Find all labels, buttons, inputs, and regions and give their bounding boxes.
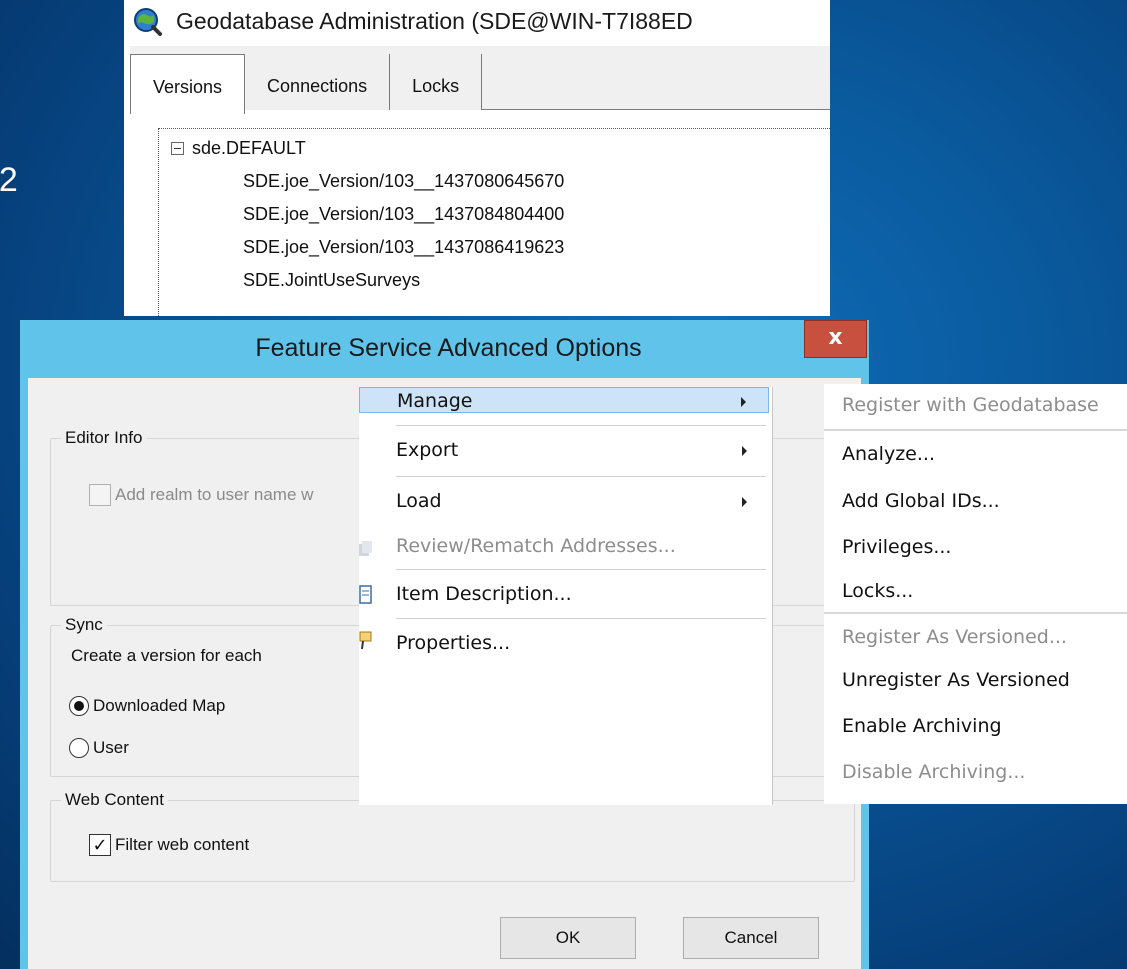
versions-tree[interactable]: sde.DEFAULT SDE.joe_Version/103__1437080…	[158, 128, 830, 316]
menu-item-export[interactable]: Export	[359, 437, 769, 485]
arccatalog-app-icon	[134, 8, 162, 36]
radio-label: Downloaded Map	[93, 696, 226, 715]
radio-user[interactable]: User	[69, 736, 129, 760]
tree-node-version[interactable]: SDE.JointUseSurveys	[243, 265, 420, 295]
submenu-item-privileges[interactable]: Privileges...	[842, 534, 951, 564]
menu-item-label: Review/Rematch Addresses...	[396, 535, 676, 557]
menu-separator	[396, 476, 766, 477]
tab-versions[interactable]: Versions	[130, 54, 246, 114]
versions-panel: sde.DEFAULT SDE.joe_Version/103__1437080…	[130, 109, 830, 316]
web-content-group: Web Content ✓ Filter web content	[50, 789, 855, 882]
group-label: Web Content	[61, 789, 168, 811]
menu-item-item-description[interactable]: Item Description...	[359, 581, 769, 629]
add-realm-checkbox-row[interactable]: Add realm to user name w	[89, 483, 313, 507]
gdb-titlebar[interactable]: Geodatabase Administration (SDE@WIN-T7I8…	[124, 0, 830, 46]
menu-item-label: Load	[396, 490, 442, 512]
tree-node-version[interactable]: SDE.joe_Version/103__1437084804400	[243, 199, 564, 229]
tree-node-version[interactable]: SDE.joe_Version/103__1437080645670	[243, 166, 564, 196]
submenu-item-register-with-geodatabase[interactable]: Register with Geodatabase	[842, 392, 1099, 422]
menu-item-label: Manage	[397, 390, 473, 412]
menu-separator	[396, 618, 766, 619]
group-label: Editor Info	[61, 427, 147, 449]
manage-submenu: Register with Geodatabase Analyze... Add…	[824, 384, 1127, 804]
background-text-fragment: 12	[0, 150, 40, 210]
filter-web-content-row[interactable]: ✓ Filter web content	[89, 833, 249, 857]
menu-separator	[396, 425, 766, 426]
gdb-window-body: sde.DEFAULT SDE.joe_Version/103__1437080…	[130, 46, 830, 316]
group-label: Sync	[61, 614, 107, 636]
dialog-title: Feature Service Advanced Options	[255, 334, 642, 362]
add-realm-label: Add realm to user name w	[115, 485, 314, 504]
menu-item-load[interactable]: Load	[359, 488, 769, 536]
submenu-arrow-icon	[742, 497, 747, 507]
radio-downloaded-map[interactable]: Downloaded Map	[69, 694, 225, 718]
submenu-arrow-icon	[742, 446, 747, 456]
submenu-item-register-as-versioned[interactable]: Register As Versioned...	[842, 624, 1067, 654]
tab-connections[interactable]: Connections	[245, 54, 391, 110]
menu-item-properties[interactable]: Properties...	[359, 630, 769, 678]
submenu-arrow-icon	[741, 397, 746, 407]
menu-separator	[396, 569, 766, 570]
submenu-separator	[824, 429, 1127, 431]
background-fragment-label: 12	[0, 161, 18, 199]
cancel-button[interactable]: Cancel	[683, 917, 819, 959]
menu-item-manage[interactable]: Manage	[359, 387, 769, 413]
create-version-label: Create a version for each	[71, 646, 262, 665]
submenu-item-disable-archiving[interactable]: Disable Archiving...	[842, 759, 1025, 789]
collapse-icon[interactable]	[171, 142, 184, 155]
tree-node-label: sde.DEFAULT	[192, 138, 306, 158]
submenu-separator	[824, 612, 1127, 614]
submenu-item-analyze[interactable]: Analyze...	[842, 441, 935, 471]
close-button[interactable]: x	[804, 320, 867, 358]
radio-button[interactable]	[69, 738, 89, 758]
submenu-item-add-global-ids[interactable]: Add Global IDs...	[842, 488, 1000, 518]
gdb-window-title: Geodatabase Administration (SDE@WIN-T7I8…	[176, 8, 693, 34]
geodatabase-administration-window: Geodatabase Administration (SDE@WIN-T7I8…	[124, 0, 830, 316]
gdb-tab-strip: Versions Connections Locks	[130, 54, 483, 114]
filter-web-content-label: Filter web content	[115, 835, 250, 854]
tab-locks[interactable]: Locks	[390, 54, 483, 110]
tree-node-version[interactable]: SDE.joe_Version/103__1437086419623	[243, 232, 564, 262]
radio-button-selected[interactable]	[69, 696, 89, 716]
radio-label: User	[93, 738, 129, 757]
menu-item-label: Item Description...	[396, 583, 572, 605]
menu-item-review-rematch-addresses[interactable]: Review/Rematch Addresses...	[359, 533, 769, 581]
ok-button[interactable]: OK	[500, 917, 636, 959]
tree-node-root[interactable]: sde.DEFAULT	[159, 133, 306, 163]
submenu-item-unregister-as-versioned[interactable]: Unregister As Versioned	[842, 667, 1070, 697]
submenu-item-enable-archiving[interactable]: Enable Archiving	[842, 713, 1002, 743]
submenu-item-locks[interactable]: Locks...	[842, 578, 913, 608]
fsao-titlebar[interactable]: Feature Service Advanced Options x	[20, 320, 869, 378]
checkmark-icon: ✓	[92, 835, 108, 855]
close-icon: x	[828, 325, 843, 350]
add-realm-checkbox[interactable]	[89, 484, 111, 506]
menu-item-label: Properties...	[396, 632, 511, 654]
filter-web-content-checkbox[interactable]: ✓	[89, 834, 111, 856]
context-menu: Manage Export Load Review/Rematch Addres…	[359, 387, 773, 805]
menu-item-label: Export	[396, 439, 459, 461]
